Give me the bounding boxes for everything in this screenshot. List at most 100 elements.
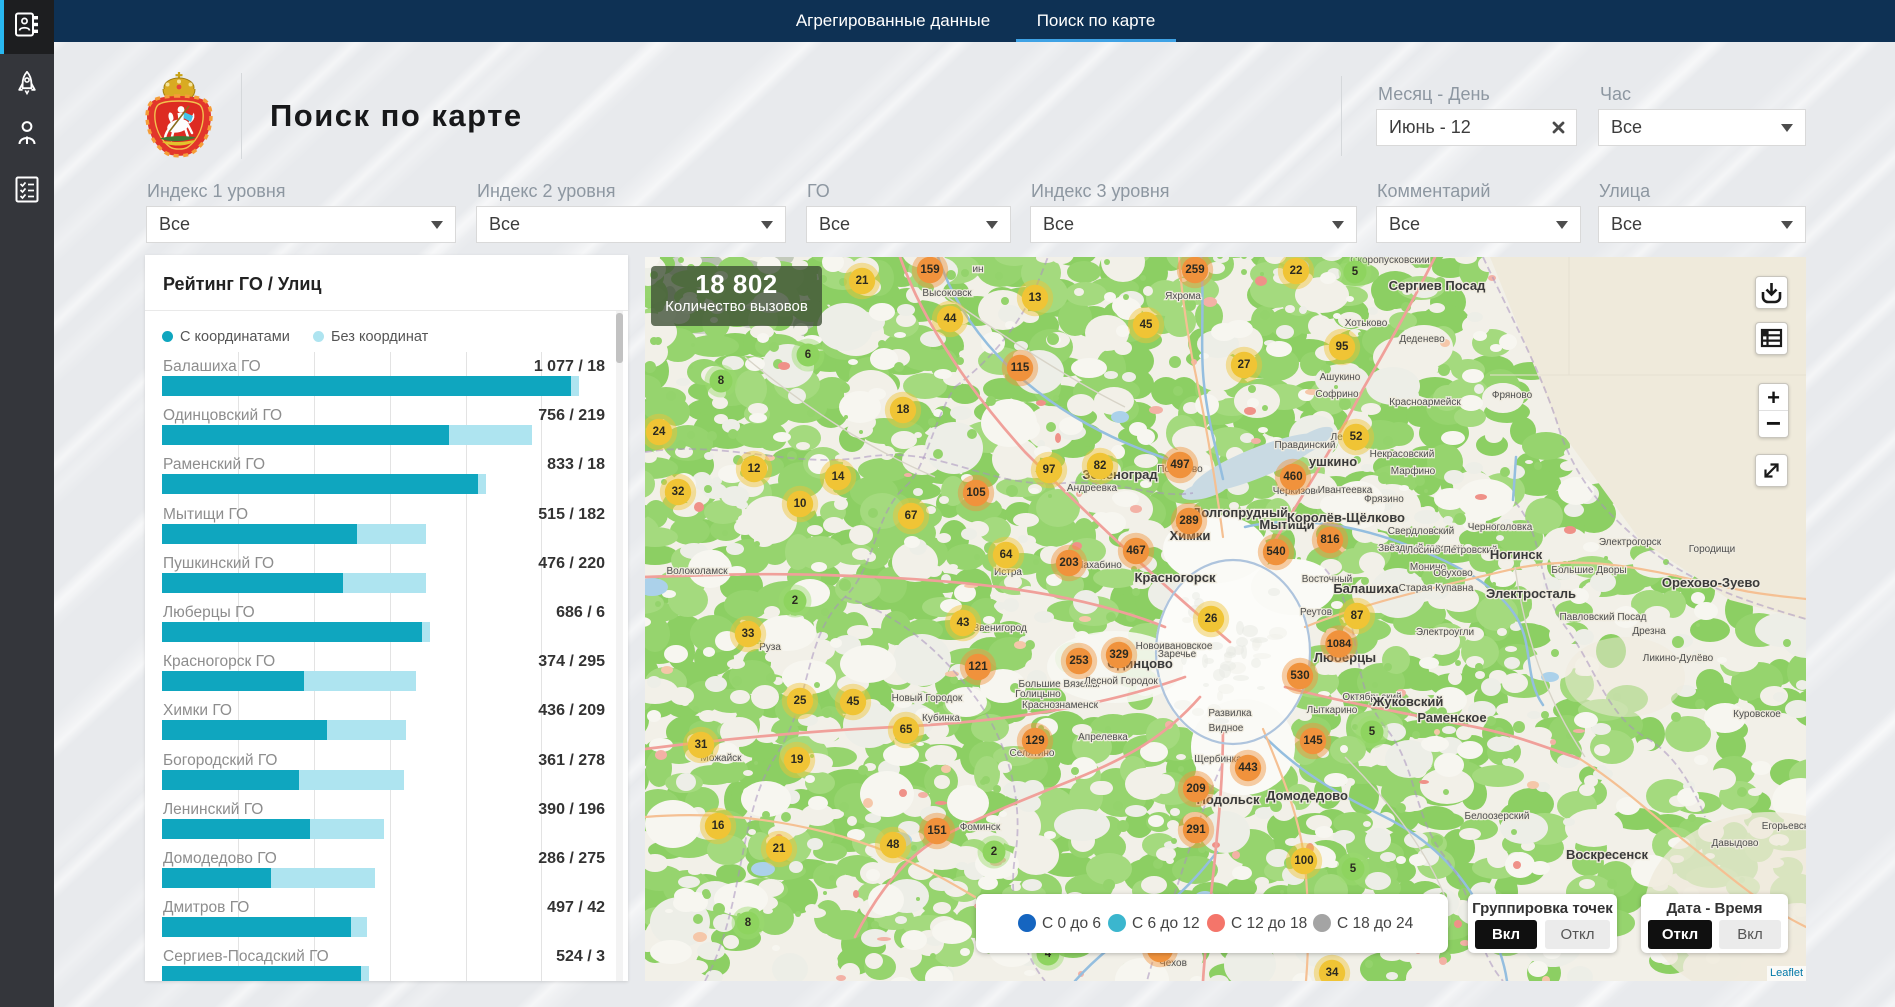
svg-text:Марфино: Марфино xyxy=(1391,465,1436,477)
svg-text:443: 443 xyxy=(1238,762,1257,774)
svg-text:22: 22 xyxy=(1290,265,1303,277)
svg-text:16: 16 xyxy=(712,820,725,832)
svg-text:Правдинский: Правдинский xyxy=(1274,440,1335,451)
svg-text:Ногинск: Ногинск xyxy=(1490,547,1543,562)
svg-text:32: 32 xyxy=(672,486,685,498)
svg-text:44: 44 xyxy=(944,313,957,325)
svg-text:Голицыно: Голицыно xyxy=(1015,689,1061,700)
svg-text:2: 2 xyxy=(792,595,798,607)
svg-text:Софрино: Софрино xyxy=(1315,388,1359,400)
svg-text:151: 151 xyxy=(927,825,947,837)
svg-text:Жуковский: Жуковский xyxy=(1372,694,1444,709)
svg-text:105: 105 xyxy=(966,487,986,499)
svg-text:209: 209 xyxy=(1186,783,1205,795)
svg-text:8: 8 xyxy=(718,375,725,387)
svg-text:Лыткарино: Лыткарино xyxy=(1307,705,1358,716)
svg-text:6: 6 xyxy=(805,349,811,361)
svg-text:Раменское: Раменское xyxy=(1417,710,1486,725)
svg-text:Деденево: Деденево xyxy=(1399,334,1445,345)
svg-text:Красноармейск: Красноармейск xyxy=(1389,397,1461,408)
svg-text:Фряново: Фряново xyxy=(1492,390,1533,401)
svg-text:203: 203 xyxy=(1059,557,1078,569)
svg-text:497: 497 xyxy=(1170,459,1189,471)
svg-text:Балашиха: Балашиха xyxy=(1333,581,1399,596)
svg-text:25: 25 xyxy=(794,695,807,707)
svg-text:Черноголовка: Черноголовка xyxy=(1468,522,1533,533)
svg-text:14: 14 xyxy=(832,471,845,483)
svg-text:21: 21 xyxy=(773,843,786,855)
svg-text:Лосино-Петровский: Лосино-Петровский xyxy=(1407,545,1498,556)
svg-text:95: 95 xyxy=(1336,341,1349,353)
svg-text:Реутов: Реутов xyxy=(1300,607,1332,618)
svg-text:67: 67 xyxy=(905,510,918,522)
svg-text:19: 19 xyxy=(791,754,804,766)
svg-text:5: 5 xyxy=(1352,266,1359,278)
svg-text:5: 5 xyxy=(1350,863,1357,875)
svg-text:Развилка: Развилка xyxy=(1208,708,1252,719)
svg-text:460: 460 xyxy=(1283,471,1302,483)
svg-text:Домодедово: Домодедово xyxy=(1266,788,1348,803)
svg-text:467: 467 xyxy=(1126,545,1145,557)
svg-text:Ликино-Дулёво: Ликино-Дулёво xyxy=(1643,653,1714,664)
svg-text:Фоминск: Фоминск xyxy=(960,822,1001,833)
svg-text:Орехово-Зуево: Орехово-Зуево xyxy=(1662,575,1760,590)
svg-text:64: 64 xyxy=(1000,549,1013,561)
svg-text:291: 291 xyxy=(1186,824,1206,836)
svg-text:253: 253 xyxy=(1069,655,1088,667)
svg-text:Королёв-Щёлково: Королёв-Щёлково xyxy=(1287,510,1405,525)
svg-text:115: 115 xyxy=(1011,362,1030,374)
svg-text:48: 48 xyxy=(887,839,900,851)
svg-text:82: 82 xyxy=(1094,460,1107,472)
svg-text:21: 21 xyxy=(856,275,869,287)
svg-text:Новый Городок: Новый Городок xyxy=(892,693,963,704)
svg-text:Электроугли: Электроугли xyxy=(1416,627,1474,638)
svg-text:8: 8 xyxy=(745,917,752,929)
svg-text:Фрязино: Фрязино xyxy=(1364,494,1404,505)
svg-text:Давыдово: Давыдово xyxy=(1712,838,1759,849)
svg-text:ушкино: ушкино xyxy=(1309,454,1357,469)
svg-text:2: 2 xyxy=(991,846,997,858)
svg-text:Красногорск: Красногорск xyxy=(1135,570,1216,585)
svg-text:Старая Купавна: Старая Купавна xyxy=(1399,583,1474,594)
svg-text:530: 530 xyxy=(1290,670,1309,682)
svg-text:Некрасовский: Некрасовский xyxy=(1370,449,1435,460)
svg-text:Краснознаменск: Краснознаменск xyxy=(1022,700,1099,711)
svg-text:Городищи: Городищи xyxy=(1689,544,1735,555)
svg-text:43: 43 xyxy=(957,617,970,629)
svg-text:13: 13 xyxy=(1029,292,1042,304)
svg-text:Дрезна: Дрезна xyxy=(1632,626,1666,637)
svg-text:87: 87 xyxy=(1351,610,1364,622)
svg-text:Павловский Посад: Павловский Посад xyxy=(1559,612,1646,623)
svg-text:540: 540 xyxy=(1266,546,1285,558)
svg-text:Электросталь: Электросталь xyxy=(1486,586,1576,601)
svg-text:12: 12 xyxy=(748,463,761,475)
svg-text:24: 24 xyxy=(653,426,666,438)
svg-text:Высоковск: Высоковск xyxy=(922,288,972,299)
svg-text:816: 816 xyxy=(1320,534,1339,546)
svg-text:52: 52 xyxy=(1350,431,1363,443)
svg-text:Воскресенск: Воскресенск xyxy=(1566,847,1648,862)
svg-text:10: 10 xyxy=(794,498,807,510)
svg-text:Лесной Городок: Лесной Городок xyxy=(1084,676,1158,687)
svg-text:18: 18 xyxy=(897,404,910,416)
svg-text:145: 145 xyxy=(1303,735,1323,747)
svg-text:Белоозерский: Белоозерский xyxy=(1465,811,1530,822)
svg-text:259: 259 xyxy=(1185,264,1204,276)
svg-text:65: 65 xyxy=(900,724,913,736)
svg-text:Куровское: Куровское xyxy=(1733,709,1781,720)
svg-text:100: 100 xyxy=(1294,855,1313,867)
svg-text:1084: 1084 xyxy=(1327,638,1352,650)
svg-text:45: 45 xyxy=(1140,319,1153,331)
svg-text:121: 121 xyxy=(968,661,988,673)
svg-text:159: 159 xyxy=(920,264,939,276)
svg-text:5: 5 xyxy=(1369,726,1376,738)
svg-text:Волоколамск: Волоколамск xyxy=(667,566,729,577)
svg-text:Видное: Видное xyxy=(1209,723,1244,734)
svg-text:Свердловский: Свердловский xyxy=(1388,526,1454,537)
svg-text:Ашукино: Ашукино xyxy=(1320,372,1361,383)
svg-text:ин: ин xyxy=(972,264,983,275)
svg-text:289: 289 xyxy=(1179,515,1198,527)
svg-text:34: 34 xyxy=(1326,967,1339,979)
svg-text:Андреевка: Андреевка xyxy=(1067,483,1118,494)
svg-text:26: 26 xyxy=(1205,613,1218,625)
